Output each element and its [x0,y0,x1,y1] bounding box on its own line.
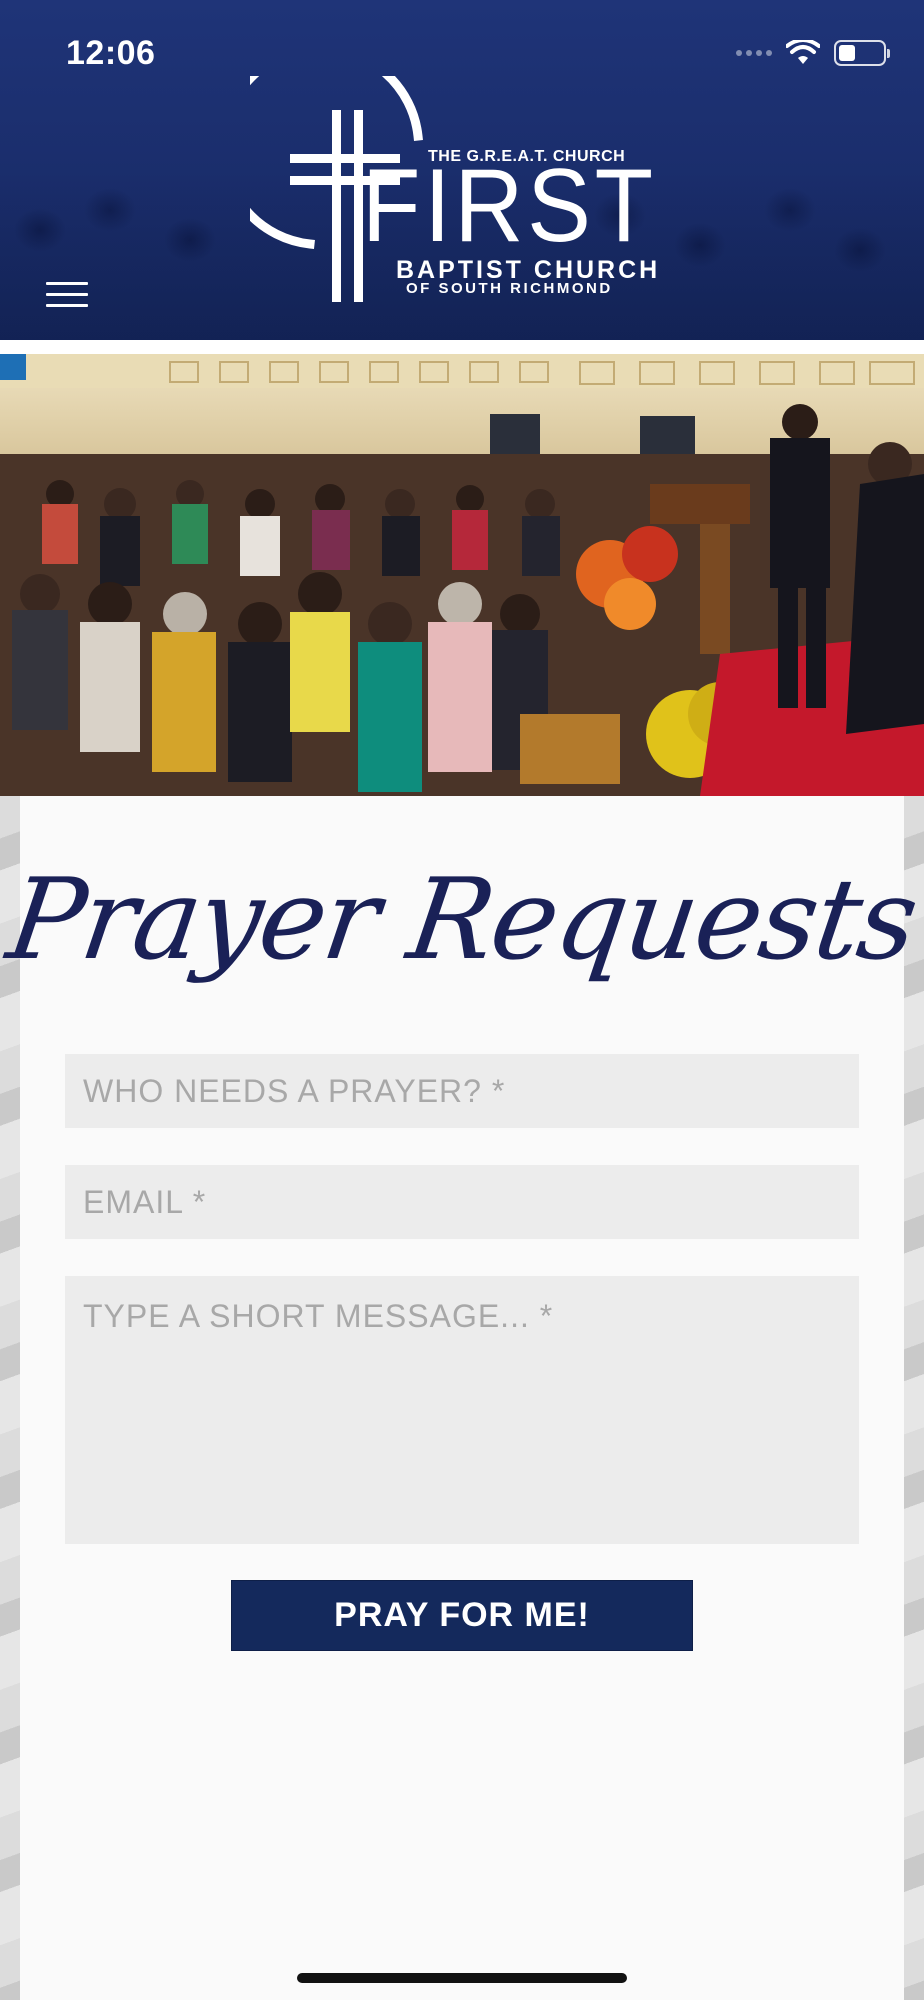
app-header: 12:06 THE G.R.E.A.T. CHURCH FIRST BAPTIS… [0,0,924,340]
cellular-signal-icon [736,50,772,56]
hamburger-menu-icon[interactable] [46,282,88,310]
page-title: Prayer Requests [0,855,924,985]
prayer-name-input[interactable]: WHO NEEDS A PRAYER? * [65,1054,859,1128]
logo-name: FIRST [362,148,657,264]
battery-icon [834,40,890,66]
status-time: 12:06 [66,34,156,72]
home-indicator[interactable] [297,1973,627,1983]
pray-for-me-button[interactable]: PRAY FOR ME! [231,1580,693,1651]
congregation-photo [0,354,924,796]
message-textarea[interactable]: TYPE A SHORT MESSAGE... * [65,1276,859,1544]
logo-location: OF SOUTH RICHMOND [406,280,613,297]
congregation-photo-illustration [0,354,924,796]
wifi-icon [786,40,820,64]
church-logo: THE G.R.E.A.T. CHURCH FIRST BAPTIST CHUR… [250,76,680,308]
status-icons [736,40,890,66]
email-field[interactable]: EMAIL * [65,1165,859,1239]
